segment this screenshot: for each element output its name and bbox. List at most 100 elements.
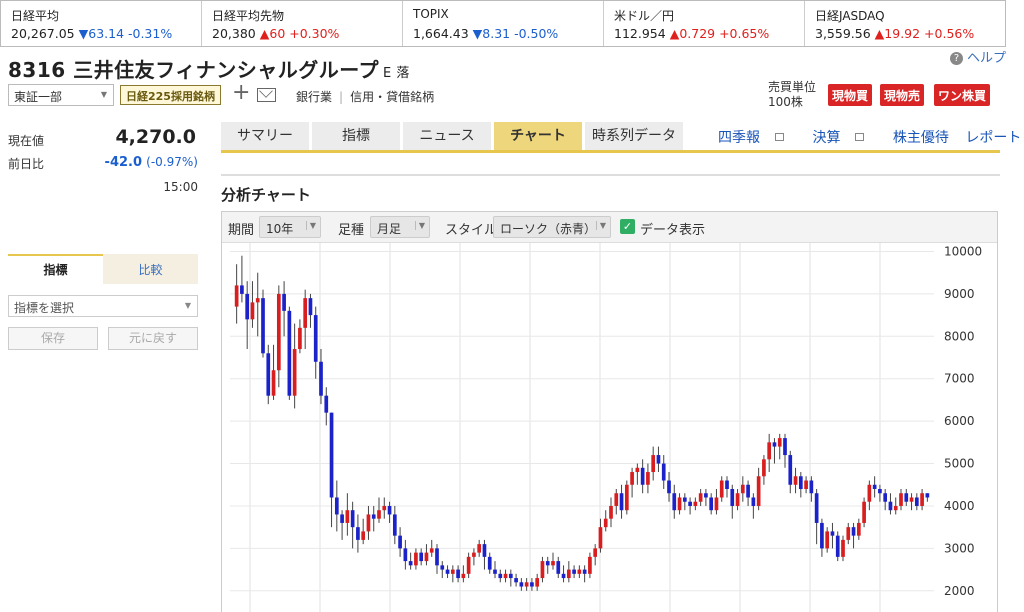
link-earnings[interactable]: 決算 bbox=[812, 130, 876, 146]
market-value: 東証一部 bbox=[14, 90, 63, 104]
candle-body bbox=[925, 493, 930, 498]
tab-indicator[interactable]: 指標 bbox=[8, 254, 103, 284]
separator: | bbox=[339, 90, 344, 104]
candle-body bbox=[756, 476, 761, 506]
link-report[interactable]: レポート bbox=[965, 130, 1021, 146]
candle-body bbox=[435, 548, 439, 566]
ticker-nikkei-futures[interactable]: 日経平均先物 20,380 ▲60 +0.30% bbox=[202, 1, 403, 46]
tab-news[interactable]: ニュース bbox=[403, 122, 491, 152]
spot-buy-button[interactable]: 現物買 bbox=[828, 84, 873, 106]
tab-timeseries[interactable]: 時系列データ bbox=[585, 122, 683, 152]
candle-body bbox=[856, 522, 861, 536]
candle-body bbox=[377, 510, 381, 519]
chevron-down-icon: ▼ bbox=[595, 221, 606, 230]
candle-body bbox=[820, 522, 824, 549]
candle-body bbox=[530, 582, 534, 587]
candle-body bbox=[825, 531, 830, 549]
link-shareholder-benefits[interactable]: 株主優待 bbox=[893, 130, 949, 146]
one-share-buy-button[interactable]: ワン株買 bbox=[934, 84, 991, 106]
candle-body bbox=[403, 548, 408, 562]
industry-link[interactable]: 銀行業 bbox=[296, 90, 332, 104]
candle-body bbox=[693, 501, 698, 506]
help-link[interactable]: ? ヘルプ bbox=[949, 47, 1006, 66]
candle-body bbox=[709, 497, 714, 511]
candle-body bbox=[245, 293, 250, 320]
ticker-nikkei[interactable]: 日経平均 20,267.05 ▼63.14 -0.31% bbox=[1, 1, 202, 46]
candle-body bbox=[234, 285, 239, 307]
chevron-down-icon: ▼ bbox=[305, 221, 316, 230]
tab-compare[interactable]: 比較 bbox=[103, 254, 198, 284]
candle-body bbox=[240, 285, 244, 294]
period-select[interactable]: 10年 ▼ bbox=[259, 216, 321, 238]
chart-toolbar: 期間 10年 ▼ 足種 月足 ▼ スタイル ローソク（赤青） ▼ ✓ データ表示 bbox=[222, 212, 997, 243]
candle-body bbox=[408, 561, 413, 566]
candlestick-chart[interactable]: 2000 3000 4000 5000 6000 7000 8000 9000 10000 bbox=[222, 243, 997, 612]
candle-body bbox=[767, 442, 772, 460]
stock-code-name: 8316 三井住友フィナンシャルグループ bbox=[8, 58, 380, 82]
add-portfolio-icon[interactable]: + bbox=[232, 80, 250, 105]
candle-body bbox=[909, 497, 914, 502]
candle-body bbox=[762, 459, 766, 477]
market-select[interactable]: 東証一部 ▼ bbox=[8, 84, 114, 106]
candle-body bbox=[814, 493, 819, 523]
candle-body bbox=[740, 484, 745, 494]
candle-body bbox=[524, 582, 529, 587]
style-value: ローソク（赤青） bbox=[500, 222, 597, 236]
candle-body bbox=[893, 505, 898, 511]
ticker-jasdaq[interactable]: 日経JASDAQ 3,559.56 ▲19.92 +0.56% bbox=[805, 1, 1005, 46]
candle-body bbox=[719, 480, 724, 498]
tab-summary[interactable]: サマリー bbox=[221, 122, 309, 152]
candle-body bbox=[809, 480, 814, 494]
candle-body bbox=[287, 310, 292, 396]
help-icon: ? bbox=[949, 52, 963, 65]
candle-body bbox=[682, 497, 687, 502]
candle-body bbox=[445, 569, 450, 574]
candle-body bbox=[414, 552, 418, 566]
period-label: 期間 bbox=[228, 223, 255, 238]
reset-button[interactable]: 元に戻す bbox=[108, 327, 198, 350]
candle-body bbox=[920, 493, 924, 506]
save-button[interactable]: 保存 bbox=[8, 327, 98, 350]
market-mark: E 落 bbox=[383, 66, 410, 81]
candle-body bbox=[334, 497, 339, 515]
candle-body bbox=[503, 573, 508, 579]
checkbox-checked-icon[interactable]: ✓ bbox=[620, 219, 635, 234]
ticker-change: ▲60 +0.30% bbox=[259, 26, 340, 41]
candle-body bbox=[846, 527, 851, 540]
y-tick-label: 7000 bbox=[944, 372, 975, 386]
indicator-select[interactable]: 指標を選択 ▼ bbox=[8, 295, 198, 317]
candle-body bbox=[656, 455, 661, 464]
style-select[interactable]: ローソク（赤青） ▼ bbox=[493, 216, 611, 238]
candle-body bbox=[387, 505, 392, 515]
candle-body bbox=[635, 467, 640, 473]
candle-body bbox=[572, 569, 576, 574]
candle-body bbox=[276, 293, 281, 371]
candle-body bbox=[250, 302, 255, 320]
spot-sell-button[interactable]: 現物売 bbox=[880, 84, 925, 106]
y-tick-label: 2000 bbox=[944, 584, 975, 598]
ticker-topix[interactable]: TOPIX 1,664.43 ▼8.31 -0.50% bbox=[403, 1, 604, 46]
candle-body bbox=[540, 561, 545, 579]
y-tick-label: 8000 bbox=[944, 329, 975, 343]
interval-select[interactable]: 月足 ▼ bbox=[370, 216, 430, 238]
candle-body bbox=[345, 510, 350, 523]
y-tick-label: 6000 bbox=[944, 414, 975, 428]
candle-body bbox=[561, 573, 566, 579]
candle-body bbox=[804, 480, 808, 489]
candle-body bbox=[593, 548, 598, 557]
tab-chart[interactable]: チャート bbox=[494, 122, 582, 152]
candle-body bbox=[424, 552, 429, 562]
candle-body bbox=[688, 501, 692, 506]
candle-body bbox=[582, 569, 587, 574]
candle-body bbox=[319, 361, 323, 396]
tab-indicators[interactable]: 指標 bbox=[312, 122, 400, 152]
link-shikiho[interactable]: 四季報 bbox=[718, 130, 796, 146]
candle-body bbox=[661, 463, 666, 481]
style-label: スタイル bbox=[445, 223, 498, 238]
y-tick-label: 4000 bbox=[944, 499, 975, 513]
candle-body bbox=[841, 539, 845, 557]
mail-icon[interactable] bbox=[257, 88, 276, 102]
ticker-usdjpy[interactable]: 米ドル／円 112.954 ▲0.729 +0.65% bbox=[604, 1, 805, 46]
candle-body bbox=[466, 556, 471, 574]
candle-body bbox=[440, 565, 445, 570]
